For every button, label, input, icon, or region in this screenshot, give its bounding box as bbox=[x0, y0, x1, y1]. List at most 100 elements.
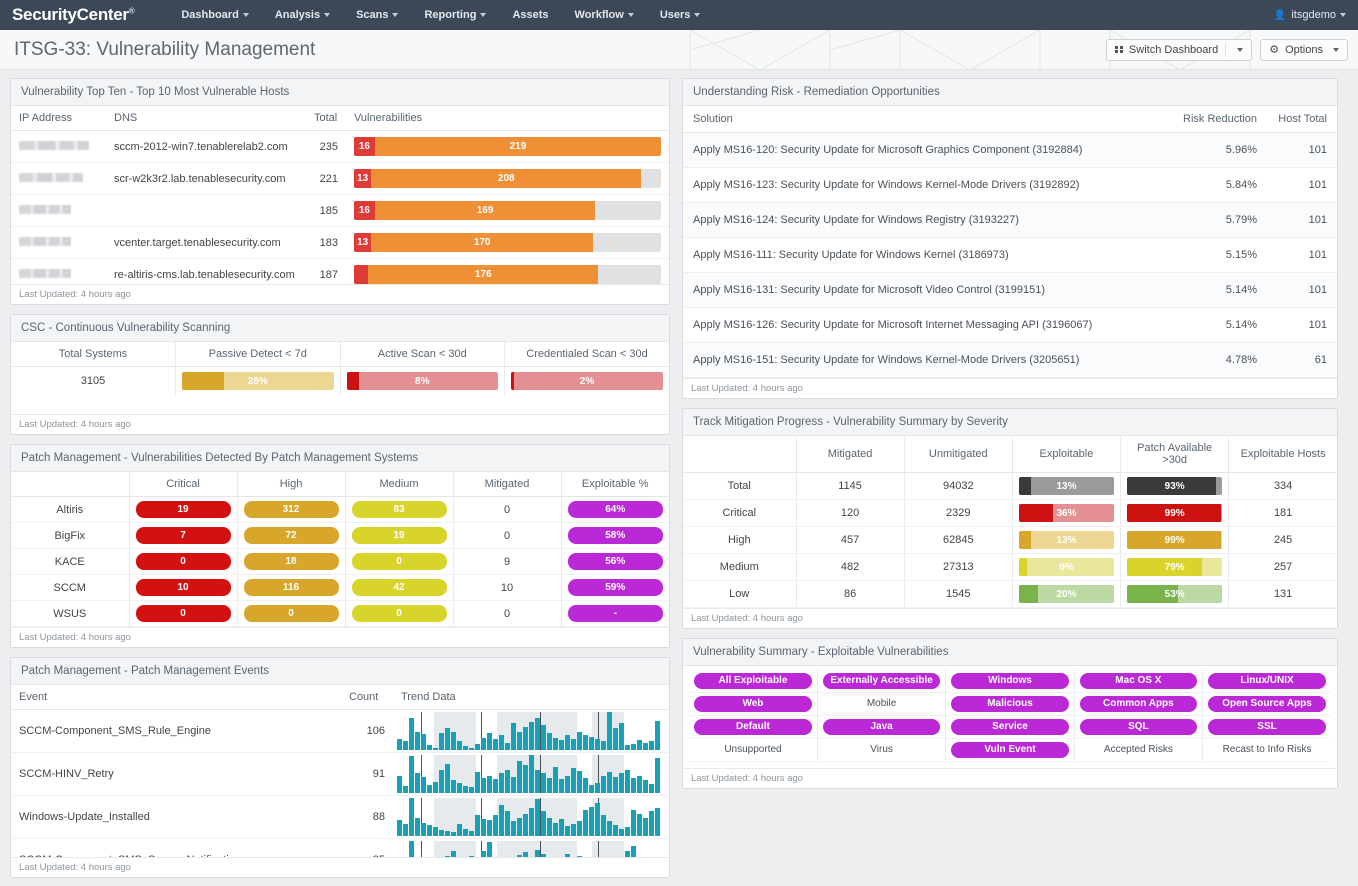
table-row[interactable]: Apply MS16-131: Security Update for Micr… bbox=[683, 272, 1337, 308]
nav-item-workflow[interactable]: Workflow bbox=[562, 2, 647, 28]
dashboard-title-bar: ITSG-33: Vulnerability Management Switch… bbox=[0, 30, 1358, 70]
severity-cell-high: 72 bbox=[237, 522, 346, 549]
table-row[interactable]: Apply MS16-123: Security Update for Wind… bbox=[683, 167, 1337, 203]
panel-content[interactable]: Event Count Trend Data SCCM-Component_SMS_… bbox=[11, 685, 669, 857]
summary-tile-sql[interactable]: SQL bbox=[1079, 719, 1198, 735]
mitigated-cell: 457 bbox=[796, 526, 905, 554]
column-header-credentialed-scan-30d: Credentialed Scan < 30d bbox=[504, 342, 669, 367]
summary-tile-java[interactable]: Java bbox=[822, 719, 941, 735]
table-row[interactable]: vcenter.target.tenablesecurity.com 183 13 1… bbox=[11, 226, 669, 259]
table-row[interactable]: sccm-2012-win7.tenablerelab2.com 235 16 219 bbox=[11, 130, 669, 163]
table-row[interactable]: SCCM-Component_SMS_Server_Notification85 bbox=[11, 838, 669, 857]
table-row: Default Java Service SQL SSL bbox=[689, 715, 1331, 739]
event-name-cell: SCCM-Component_SMS_Rule_Engine bbox=[11, 709, 341, 753]
table-row[interactable]: BigFix 7 72 19 0 58% bbox=[11, 522, 669, 549]
progress-bar-exploitable: 13% bbox=[1018, 531, 1115, 549]
matrix-cell: SQL bbox=[1074, 715, 1204, 739]
table-row[interactable]: Apply MS16-120: Security Update for Micr… bbox=[683, 132, 1337, 168]
nav-item-reporting[interactable]: Reporting bbox=[411, 2, 499, 28]
exploitable-hosts-cell: 181 bbox=[1228, 499, 1337, 527]
switch-dashboard-label: Switch Dashboard bbox=[1128, 43, 1219, 56]
trend-bar bbox=[427, 784, 432, 793]
table-row[interactable]: 185 16 169 bbox=[11, 194, 669, 227]
app-logo[interactable]: SecurityCenter® bbox=[12, 5, 135, 25]
progress-bar-label: 93% bbox=[1164, 480, 1185, 492]
table-row[interactable]: WSUS 0 0 0 0- bbox=[11, 600, 669, 627]
trend-bar bbox=[595, 782, 600, 793]
table-row[interactable]: Medium 482 27313 9% 79% 257 bbox=[683, 553, 1337, 581]
summary-tile-vuln-event[interactable]: Vuln Event bbox=[951, 742, 1069, 758]
panel-content[interactable]: Total Systems Passive Detect < 7d Active S… bbox=[11, 342, 669, 414]
switch-dashboard-button[interactable]: Switch Dashboard bbox=[1106, 38, 1253, 61]
panel-content[interactable]: All Exploitable Externally Accessible Wind… bbox=[683, 666, 1337, 768]
stacked-bar: 16 169 bbox=[354, 201, 661, 220]
summary-tile-windows[interactable]: Windows bbox=[951, 673, 1069, 689]
user-menu[interactable]: 👤 itsgdemo bbox=[1274, 0, 1346, 30]
total-cell: 185 bbox=[306, 194, 346, 227]
trend-bar bbox=[589, 784, 594, 793]
nav-item-scans[interactable]: Scans bbox=[343, 2, 411, 28]
table-row[interactable]: KACE 0 18 0 9 56% bbox=[11, 548, 669, 575]
table-row[interactable]: Windows-Update_Installed 88 bbox=[11, 795, 669, 839]
summary-tile-recast-to-info-risks[interactable]: Recast to Info Risks bbox=[1208, 742, 1326, 758]
options-button[interactable]: ⚙ Options bbox=[1260, 38, 1348, 61]
scan-coverage-cell-2: 2% bbox=[505, 367, 670, 396]
summary-tile-accepted-risks[interactable]: Accepted Risks bbox=[1080, 742, 1197, 758]
summary-tile-unsupported[interactable]: Unsupported bbox=[694, 742, 812, 758]
chevron-down-icon bbox=[1333, 47, 1339, 52]
summary-tile-common-apps[interactable]: Common Apps bbox=[1079, 696, 1198, 712]
summary-tile-virus[interactable]: Virus bbox=[823, 742, 940, 758]
table-row[interactable]: SCCM 10 116 42 10 59% bbox=[11, 574, 669, 601]
trend-bar bbox=[433, 827, 438, 836]
nav-item-users[interactable]: Users bbox=[647, 2, 714, 28]
event-name-cell: SCCM-HINV_Retry bbox=[11, 752, 341, 796]
summary-tile-linux-unix[interactable]: Linux/UNIX bbox=[1208, 673, 1326, 689]
summary-tile-malicious[interactable]: Malicious bbox=[951, 696, 1069, 712]
table-row[interactable]: Total 1145 94032 13% 93% 334 bbox=[683, 472, 1337, 500]
trend-bar bbox=[559, 779, 564, 793]
summary-tile-externally-accessible[interactable]: Externally Accessible bbox=[822, 673, 941, 689]
ip-address-cell bbox=[11, 194, 106, 227]
dns-cell: re-altiris-cms.lab.tenablesecurity.com bbox=[106, 258, 306, 284]
summary-tile-all-exploitable[interactable]: All Exploitable bbox=[694, 673, 812, 689]
summary-tile-open-source-apps[interactable]: Open Source Apps bbox=[1208, 696, 1326, 712]
table-row[interactable]: Apply MS16-126: Security Update for Micr… bbox=[683, 307, 1337, 343]
table-row[interactable]: SCCM-HINV_Retry 91 bbox=[11, 752, 669, 796]
table-row[interactable]: Altiris 19 312 83 0 64% bbox=[11, 496, 669, 523]
table-row[interactable]: Critical 120 2329 36% 99% 181 bbox=[683, 499, 1337, 527]
nav-item-assets[interactable]: Assets bbox=[499, 2, 561, 28]
column-header-trend-data: Trend Data bbox=[393, 685, 669, 710]
table-row[interactable]: High 457 62845 13% 99% 245 bbox=[683, 526, 1337, 554]
vuln-summary-matrix: All Exploitable Externally Accessible Wind… bbox=[689, 670, 1331, 762]
progress-bar: 28% bbox=[182, 372, 334, 390]
table-row[interactable]: scr-w2k3r2.lab.tenablesecurity.com 221 13 2… bbox=[11, 162, 669, 195]
table-row[interactable]: re-altiris-cms.lab.tenablesecurity.com 18… bbox=[11, 258, 669, 284]
stacked-bar: 176 bbox=[354, 265, 661, 284]
trend-bar bbox=[619, 773, 624, 793]
table-row[interactable]: Apply MS16-111: Security Update for Wind… bbox=[683, 237, 1337, 273]
summary-tile-mac-os-x[interactable]: Mac OS X bbox=[1079, 673, 1198, 689]
left-column: Vulnerability Top Ten - Top 10 Most Vuln… bbox=[10, 78, 670, 878]
table-header-row: Event Count Trend Data bbox=[11, 685, 669, 710]
trend-bar bbox=[421, 776, 426, 793]
table-row[interactable]: Apply MS16-151: Security Update for Wind… bbox=[683, 342, 1337, 378]
summary-tile-web[interactable]: Web bbox=[694, 696, 812, 712]
summary-tile-service[interactable]: Service bbox=[951, 719, 1069, 735]
panel-content[interactable]: Critical High Medium Mitigated Exploitable %… bbox=[11, 472, 669, 627]
panel-content[interactable]: IP Address DNS Total Vulnerabilities sccm-2… bbox=[11, 106, 669, 284]
panel-content[interactable]: Mitigated Unmitigated Exploitable Patch Ava… bbox=[683, 436, 1337, 608]
nav-item-analysis[interactable]: Analysis bbox=[262, 2, 343, 28]
exploitable-cell: 20% bbox=[1012, 580, 1122, 608]
summary-tile-default[interactable]: Default bbox=[694, 719, 812, 735]
table-row[interactable]: Apply MS16-124: Security Update for Wind… bbox=[683, 202, 1337, 238]
patch-available-cell: 79% bbox=[1120, 553, 1230, 581]
summary-tile-mobile[interactable]: Mobile bbox=[823, 696, 940, 712]
progress-bar-exploitable: 36% bbox=[1018, 504, 1115, 522]
table-row[interactable]: SCCM-Component_SMS_Rule_Engine 106 bbox=[11, 709, 669, 753]
trend-bar bbox=[577, 856, 582, 857]
summary-tile-ssl[interactable]: SSL bbox=[1208, 719, 1326, 735]
table-row[interactable]: Low 86 1545 20% 53% 131 bbox=[683, 580, 1337, 608]
nav-item-dashboard[interactable]: Dashboard bbox=[168, 2, 261, 28]
panel-content[interactable]: Solution Risk Reduction Host Total Apply M… bbox=[683, 106, 1337, 378]
event-name-cell: Windows-Update_Installed bbox=[11, 795, 341, 839]
